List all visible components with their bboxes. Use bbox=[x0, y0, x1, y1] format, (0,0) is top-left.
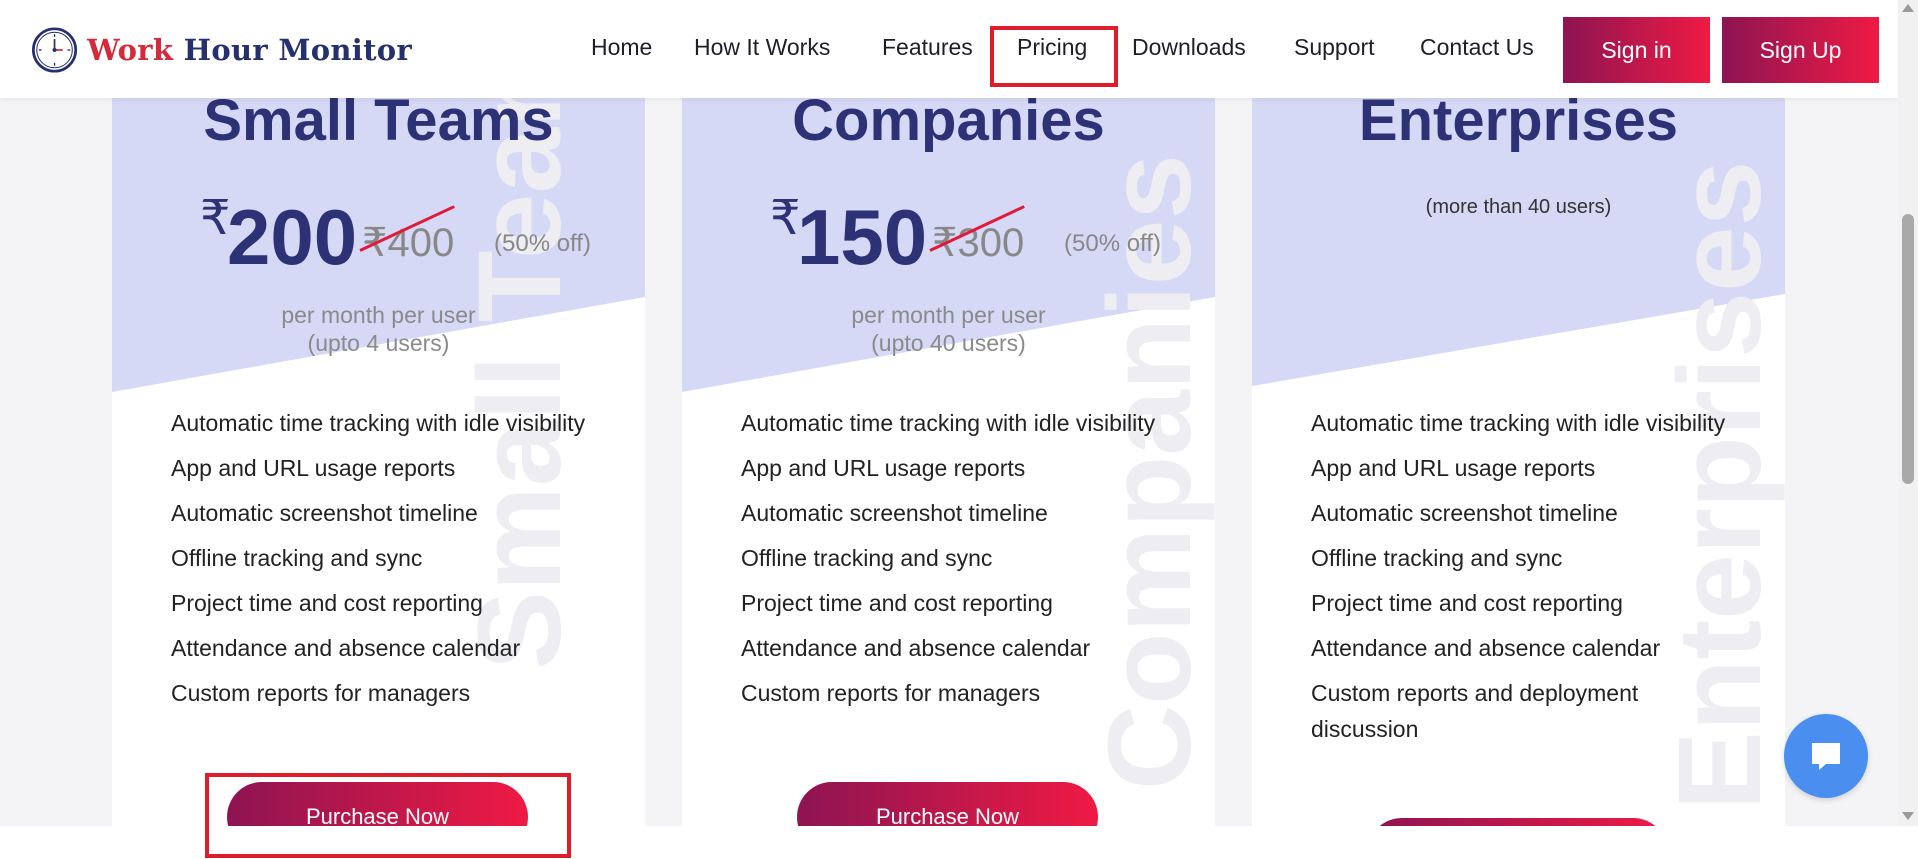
plan-price: 200 bbox=[227, 193, 358, 281]
plan-title: Small Teams bbox=[203, 90, 554, 153]
nav-pricing[interactable]: Pricing bbox=[1017, 34, 1087, 61]
plan-title: Enterprises bbox=[1358, 90, 1679, 153]
feature-item: App and URL usage reports bbox=[741, 455, 1026, 481]
feature-item: Project time and cost reporting bbox=[171, 590, 483, 616]
feature-item: Custom reports for managers bbox=[171, 680, 471, 706]
feature-item: Offline tracking and sync bbox=[1311, 545, 1563, 571]
plan-title: Companies bbox=[792, 90, 1105, 153]
feature-item: Project time and cost reporting bbox=[1311, 590, 1623, 616]
per-month-text: per month per user bbox=[281, 302, 476, 328]
page-scrollbar[interactable] bbox=[1898, 0, 1918, 826]
feature-item: Automatic screenshot timeline bbox=[741, 500, 1048, 526]
user-limit-text: (more than 40 users) bbox=[1425, 196, 1612, 218]
purchase-now-button[interactable]: Purchase Now bbox=[797, 782, 1098, 826]
site-header: Work Hour Monitor Home How It Works Feat… bbox=[0, 0, 1898, 98]
per-month-text: per month per user bbox=[851, 302, 1046, 328]
feature-item: Attendance and absence calendar bbox=[1311, 635, 1661, 661]
plan-card-enterprises: Enterprises Enterprises (more than 40 us… bbox=[1252, 90, 1785, 826]
plan-price: 150 bbox=[797, 193, 928, 281]
nav-support[interactable]: Support bbox=[1294, 34, 1375, 61]
feature-item: Custom reports for managers bbox=[741, 680, 1041, 706]
feature-item: Automatic screenshot timeline bbox=[1311, 500, 1618, 526]
discount-label: (50% off) bbox=[1064, 230, 1161, 257]
feature-item: Attendance and absence calendar bbox=[741, 635, 1091, 661]
feature-item: App and URL usage reports bbox=[171, 455, 456, 481]
feature-item: Automatic screenshot timeline bbox=[171, 500, 478, 526]
sign-up-button[interactable]: Sign Up bbox=[1722, 17, 1879, 83]
chat-bubble-icon bbox=[1812, 743, 1840, 770]
feature-item: Offline tracking and sync bbox=[171, 545, 423, 571]
feature-item: Automatic time tracking with idle visibi… bbox=[1311, 410, 1726, 436]
user-limit-text: (upto 40 users) bbox=[871, 330, 1026, 356]
nav-features[interactable]: Features bbox=[882, 34, 973, 61]
plan-card-companies: Companies Companies ₹ 150 ₹300 (50% off)… bbox=[682, 90, 1215, 826]
nav-contact-us[interactable]: Contact Us bbox=[1420, 34, 1534, 61]
currency-symbol: ₹ bbox=[770, 192, 801, 245]
feature-item: Automatic time tracking with idle visibi… bbox=[741, 410, 1156, 436]
price-row: ₹ 150 ₹300 (50% off) bbox=[682, 190, 1215, 281]
feature-item: Project time and cost reporting bbox=[741, 590, 1053, 616]
purchase-now-button[interactable] bbox=[1367, 818, 1668, 826]
feature-item: Attendance and absence calendar bbox=[171, 635, 521, 661]
price-row: ₹ 200 ₹400 (50% off) bbox=[112, 190, 645, 281]
feature-list: Automatic time tracking with idle visibi… bbox=[1311, 405, 1731, 756]
feature-item: Automatic time tracking with idle visibi… bbox=[171, 410, 586, 436]
pricing-page: Small Teams Small Teams ₹ 200 ₹400 (50% … bbox=[0, 0, 1918, 826]
nav-how-it-works[interactable]: How It Works bbox=[694, 34, 830, 61]
feature-item: Offline tracking and sync bbox=[741, 545, 993, 571]
feature-item: App and URL usage reports bbox=[1311, 455, 1596, 481]
currency-symbol: ₹ bbox=[200, 192, 231, 245]
user-limit-text: (upto 4 users) bbox=[307, 330, 450, 356]
chat-button[interactable] bbox=[1784, 714, 1868, 798]
billing-note: per month per user (upto 4 users) bbox=[112, 301, 645, 357]
plan-card-small-teams: Small Teams Small Teams ₹ 200 ₹400 (50% … bbox=[112, 90, 645, 826]
scrollbar-thumb[interactable] bbox=[1902, 214, 1914, 484]
nav-home[interactable]: Home bbox=[591, 34, 652, 61]
scroll-up-arrow-icon[interactable] bbox=[1902, 4, 1914, 12]
sign-in-button[interactable]: Sign in bbox=[1563, 17, 1710, 83]
bottom-strip bbox=[0, 826, 1918, 859]
purchase-now-button[interactable]: Purchase Now bbox=[227, 782, 528, 826]
feature-item: Custom reports and deployment discussion bbox=[1311, 680, 1639, 742]
discount-label: (50% off) bbox=[494, 230, 591, 257]
nav-downloads[interactable]: Downloads bbox=[1132, 34, 1246, 61]
feature-list: Automatic time tracking with idle visibi… bbox=[171, 405, 591, 720]
feature-list: Automatic time tracking with idle visibi… bbox=[741, 405, 1161, 720]
billing-note: per month per user (upto 40 users) bbox=[682, 301, 1215, 357]
scroll-down-arrow-icon[interactable] bbox=[1902, 812, 1914, 820]
